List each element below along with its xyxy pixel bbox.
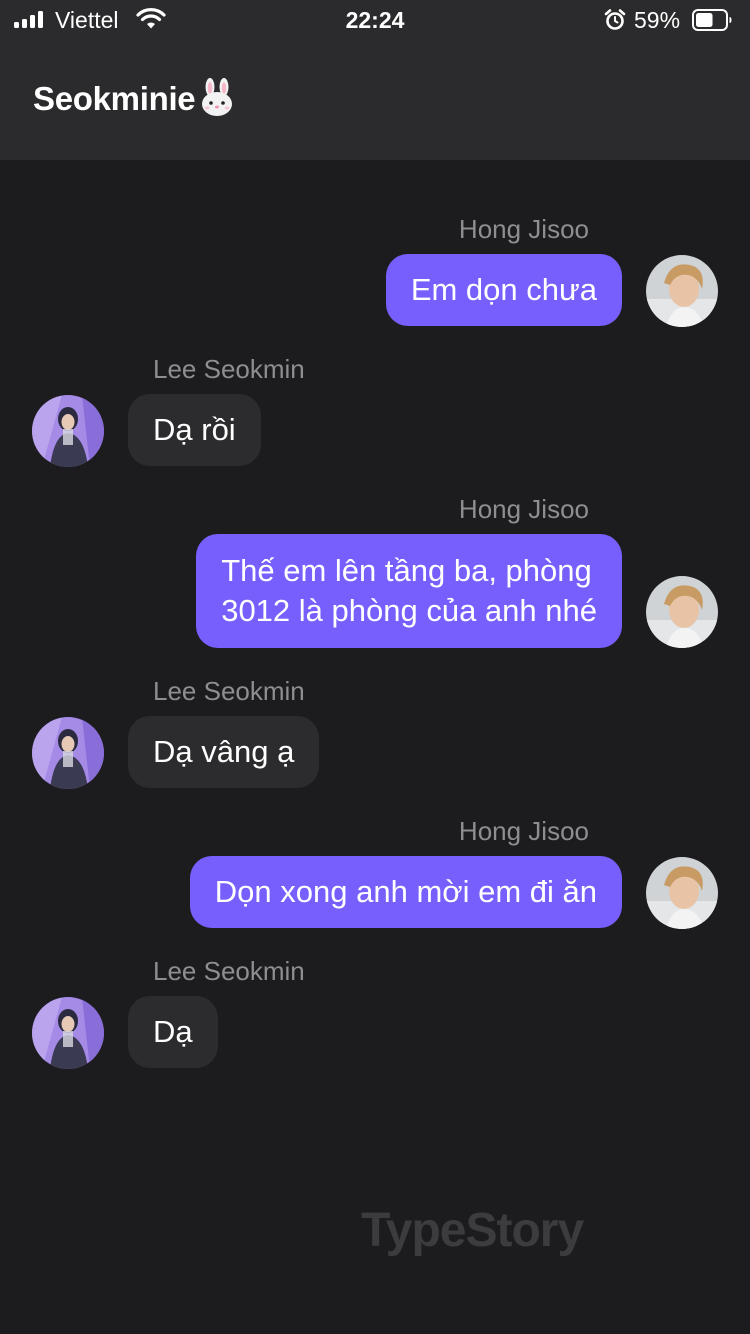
message-line: Thế em lên tầng ba, phòng xyxy=(221,553,592,588)
message-bubble-outgoing[interactable]: Em dọn chưa xyxy=(385,254,622,326)
avatar-lee-seokmin[interactable] xyxy=(32,395,104,467)
avatar-lee-seokmin-image xyxy=(32,717,104,789)
sender-name: Lee Seokmin xyxy=(153,676,305,706)
chat-header: Seokminie xyxy=(0,60,750,160)
chat-title-text: Seokminie xyxy=(33,80,196,117)
message-bubble-incoming[interactable]: Dạ vâng ạ xyxy=(128,716,320,788)
typestory-watermark: TypeStory xyxy=(361,1204,584,1257)
avatar-hong-jisoo[interactable] xyxy=(646,576,718,648)
chat-title[interactable]: Seokminie xyxy=(33,78,237,118)
sender-name: Hong Jisoo xyxy=(458,494,589,524)
message-bubble-outgoing[interactable]: Thế em lên tầng ba, phòng 3012 là phòng … xyxy=(196,534,622,648)
message-bubble-incoming[interactable]: Dạ rồi xyxy=(128,394,261,466)
avatar-lee-seokmin-image xyxy=(32,395,104,467)
avatar-lee-seokmin-image xyxy=(32,997,104,1069)
bunny-icon xyxy=(202,78,233,117)
message-line: 3012 là phòng của anh nhé xyxy=(221,593,597,628)
sender-name: Lee Seokmin xyxy=(153,354,305,384)
alarm-icon xyxy=(604,9,626,30)
message-bubble-outgoing[interactable]: Dọn xong anh mời em đi ăn xyxy=(189,856,622,928)
avatar-lee-seokmin[interactable] xyxy=(32,717,104,789)
sender-name: Hong Jisoo xyxy=(458,816,589,846)
battery-icon xyxy=(692,9,732,31)
sender-name: Hong Jisoo xyxy=(458,214,589,244)
message-bubble-incoming[interactable]: Dạ xyxy=(128,996,218,1068)
avatar-lee-seokmin[interactable] xyxy=(32,997,104,1069)
avatar-hong-jisoo-image xyxy=(646,857,718,929)
avatar-hong-jisoo[interactable] xyxy=(646,255,718,327)
avatar-hong-jisoo[interactable] xyxy=(646,857,718,929)
avatar-hong-jisoo-image xyxy=(646,255,718,327)
battery-percentage: 59% xyxy=(634,7,681,33)
status-bar: Viettel 22:24 59% xyxy=(0,0,750,40)
sender-name: Lee Seokmin xyxy=(153,956,305,986)
avatar-hong-jisoo-image xyxy=(646,576,718,648)
